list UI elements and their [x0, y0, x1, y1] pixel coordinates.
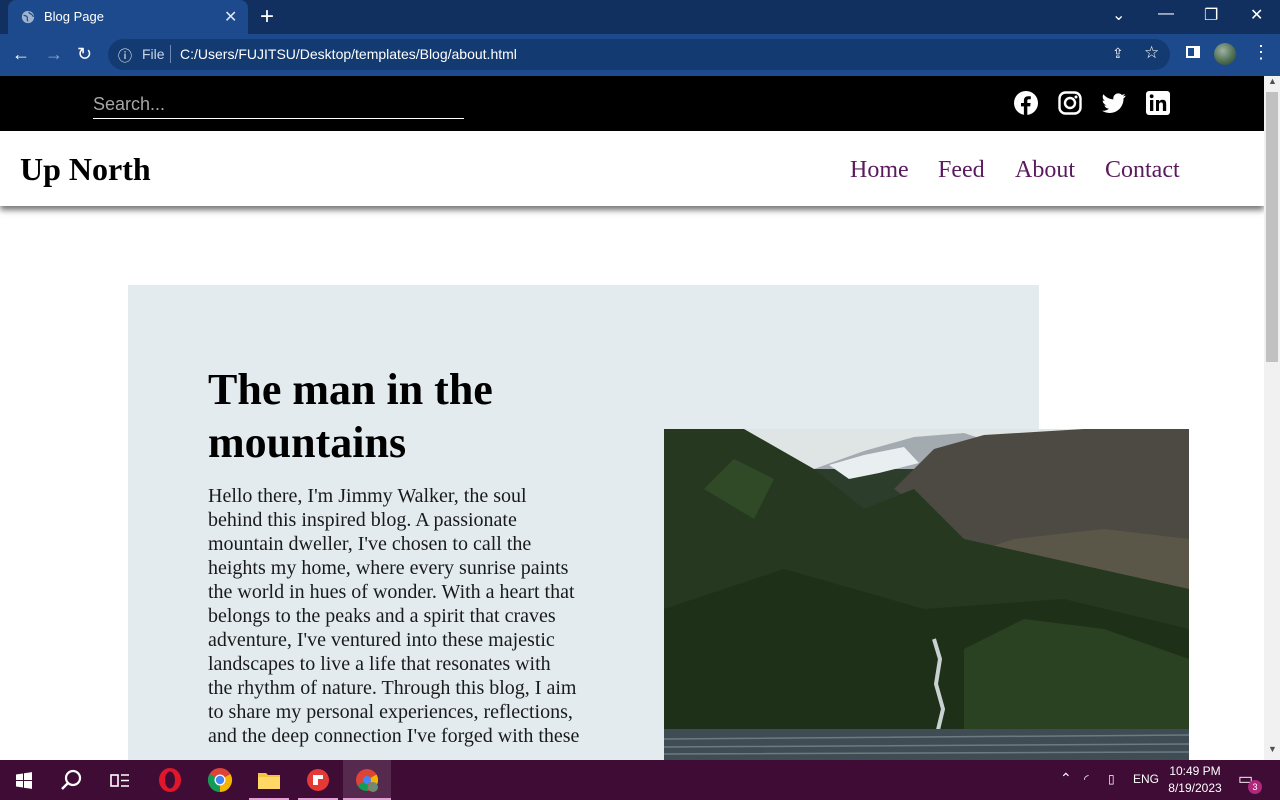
- back-icon[interactable]: ←: [12, 44, 30, 65]
- chevron-up-icon[interactable]: ⌃: [1060, 770, 1072, 787]
- nav-link-contact[interactable]: Contact: [1105, 157, 1180, 184]
- browser-tab[interactable]: Blog Page ✕: [8, 0, 248, 34]
- page-title: The man in the mountains: [208, 365, 493, 467]
- close-tab-icon[interactable]: ✕: [224, 7, 237, 27]
- opera-icon[interactable]: [156, 766, 184, 794]
- chrome-icon[interactable]: [206, 766, 234, 794]
- browser-tab-strip: Blog Page ✕ + ⌄ — ❐ ✕: [0, 0, 1280, 34]
- mountain-lake-photo: [664, 429, 1189, 760]
- windows-start-icon[interactable]: [10, 766, 38, 794]
- divider: [170, 45, 171, 63]
- scroll-up-arrow-icon[interactable]: ▲: [1268, 76, 1277, 86]
- clock-date: 8/19/2023: [1168, 781, 1222, 795]
- scheme-label: File: [142, 46, 165, 62]
- info-icon[interactable]: ⓘ: [118, 46, 132, 66]
- side-panel-icon[interactable]: [1186, 46, 1200, 58]
- search-icon[interactable]: [58, 766, 86, 794]
- new-tab-icon[interactable]: +: [260, 3, 274, 31]
- menu-kebab-icon[interactable]: ⋮: [1252, 42, 1270, 63]
- twitter-icon[interactable]: [1102, 91, 1126, 115]
- language-indicator[interactable]: ENG: [1133, 772, 1159, 786]
- nav-link-home[interactable]: Home: [850, 157, 909, 184]
- site-navbar: Up North Home Feed About Contact: [0, 131, 1264, 206]
- file-explorer-icon[interactable]: [255, 766, 283, 794]
- scroll-down-arrow-icon[interactable]: ▼: [1268, 744, 1277, 754]
- browser-toolbar: ← → ↻ ⓘ File C:/Users/FUJITSU/Desktop/te…: [0, 34, 1280, 76]
- windows-taskbar: ⌃ ◜ ▯ ENG 10:49 PM 8/19/2023 ▭ 3: [0, 760, 1280, 800]
- profile-avatar[interactable]: [1214, 43, 1236, 65]
- wifi-icon[interactable]: ◜: [1084, 772, 1089, 786]
- globe-icon: [21, 10, 35, 24]
- linkedin-icon[interactable]: [1146, 91, 1170, 115]
- facebook-icon[interactable]: [1014, 91, 1038, 115]
- scrollbar-thumb[interactable]: [1266, 92, 1278, 362]
- site-brand[interactable]: Up North: [20, 151, 151, 188]
- tab-title: Blog Page: [44, 9, 104, 24]
- address-bar[interactable]: ⓘ File C:/Users/FUJITSU/Desktop/template…: [108, 39, 1170, 70]
- reload-icon[interactable]: ↻: [77, 44, 92, 65]
- instagram-icon[interactable]: [1058, 91, 1082, 115]
- nav-link-about[interactable]: About: [1015, 157, 1075, 184]
- top-strip: [0, 76, 1264, 131]
- chevron-down-icon[interactable]: ⌄: [1112, 5, 1125, 25]
- system-clock[interactable]: 10:49 PM 8/19/2023: [1162, 763, 1228, 797]
- share-icon[interactable]: ⇪: [1112, 45, 1124, 62]
- search-input[interactable]: [93, 90, 464, 119]
- bookmark-star-icon[interactable]: ☆: [1144, 43, 1159, 63]
- clock-time: 10:49 PM: [1169, 764, 1221, 778]
- close-window-icon[interactable]: ✕: [1250, 5, 1263, 25]
- chrome-profile-icon[interactable]: [353, 766, 381, 794]
- url-text[interactable]: C:/Users/FUJITSU/Desktop/templates/Blog/…: [180, 46, 517, 62]
- task-view-icon[interactable]: [106, 766, 134, 794]
- page-viewport: Up North Home Feed About Contact The man…: [0, 76, 1264, 760]
- restore-icon[interactable]: ❐: [1204, 5, 1218, 25]
- battery-icon[interactable]: ▯: [1108, 772, 1115, 786]
- nav-link-feed[interactable]: Feed: [938, 157, 985, 184]
- forward-icon[interactable]: →: [45, 44, 63, 65]
- app-red-icon[interactable]: [304, 766, 332, 794]
- page-scrollbar[interactable]: ▲ ▼: [1264, 76, 1280, 760]
- minimize-icon[interactable]: —: [1158, 5, 1174, 23]
- notification-count-badge: 3: [1248, 780, 1262, 794]
- bio-paragraph: Hello there, I'm Jimmy Walker, the soul …: [208, 485, 580, 747]
